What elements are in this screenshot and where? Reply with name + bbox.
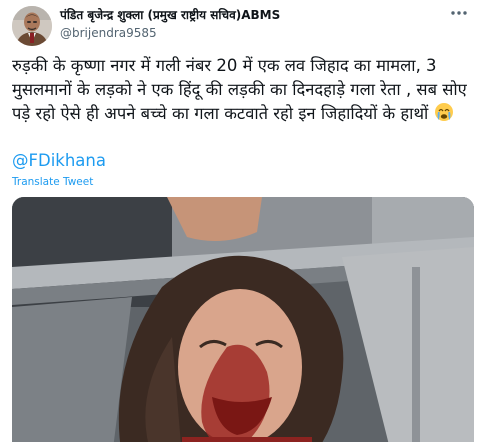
avatar[interactable] [12, 6, 52, 46]
more-horizontal-icon[interactable] [448, 6, 470, 24]
photo-image [12, 197, 474, 442]
author-names: पंडित बृजेन्द्र शुक्ला (प्रमुख राष्ट्रीय… [60, 7, 440, 41]
tweet-header: पंडित बृजेन्द्र शुक्ला (प्रमुख राष्ट्रीय… [12, 6, 470, 46]
mention-link[interactable]: @FDikhana [12, 150, 106, 172]
tweet-text: रुड़की के कृष्णा नगर में गली नंबर 20 में… [12, 54, 474, 126]
avatar-image [12, 6, 52, 46]
translate-tweet-link[interactable]: Translate Tweet [12, 175, 93, 189]
more-dots-icon [451, 11, 467, 15]
tweet-card: पंडित बृजेन्द्र शुक्ला (प्रमुख राष्ट्रीय… [0, 0, 480, 442]
crying-face-emoji-icon [434, 102, 454, 122]
author-display-name[interactable]: पंडित बृजेन्द्र शुक्ला (प्रमुख राष्ट्रीय… [60, 7, 440, 23]
tweet-text-body: रुड़की के कृष्णा नगर में गली नंबर 20 में… [12, 56, 467, 123]
tweet-photo[interactable] [12, 197, 474, 442]
author-handle[interactable]: @brijendra9585 [60, 25, 440, 41]
